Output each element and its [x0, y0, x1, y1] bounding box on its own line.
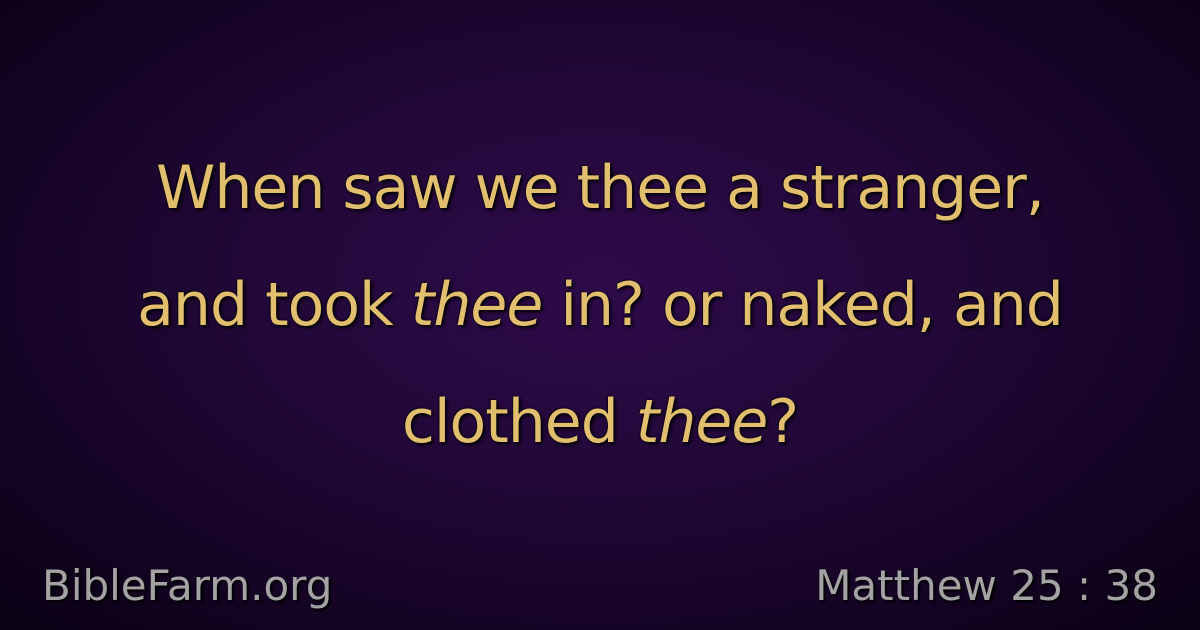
verse-line-2-end: in? or naked, and: [542, 270, 1064, 340]
verse-text: When saw we thee a stranger, and took th…: [40, 130, 1160, 481]
verse-line-1: When saw we thee a stranger,: [156, 153, 1045, 223]
verse-italic-word: thee: [410, 270, 543, 340]
verse-line-2: and took thee in? or naked, and: [40, 247, 1160, 364]
verse-line-2-start: and took: [137, 270, 411, 340]
verse-italic-word: thee: [635, 387, 768, 457]
verse-line-3-start: clothed: [401, 387, 636, 457]
site-name: BibleFarm.org: [42, 561, 333, 610]
verse-reference: Matthew 25 : 38: [815, 561, 1158, 610]
verse-line-3: clothed thee?: [40, 364, 1160, 481]
verse-line-3-end: ?: [767, 387, 799, 457]
